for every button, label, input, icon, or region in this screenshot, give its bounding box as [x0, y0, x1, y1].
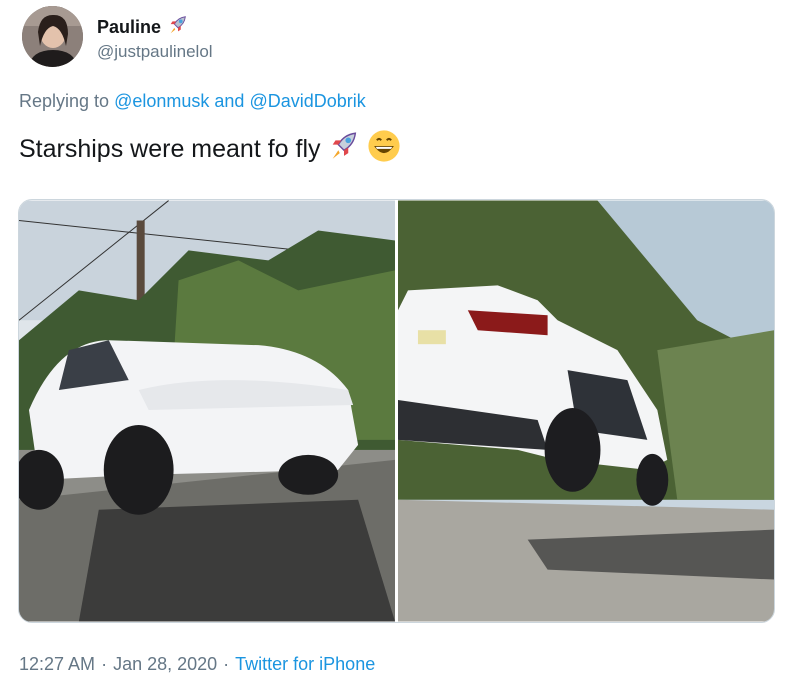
media-photo-right[interactable] [398, 200, 774, 622]
tweet-meta: 12:27 AM · Jan 28, 2020 · Twitter for iPhone [19, 654, 375, 675]
tweet-media[interactable] [18, 199, 775, 623]
tweet-source-link[interactable]: Twitter for iPhone [235, 654, 375, 674]
reply-context: Replying to @elonmusk and @DavidDobrik [19, 91, 366, 112]
author-name[interactable]: Pauline [97, 17, 161, 38]
rocket-icon [167, 14, 189, 41]
reply-prefix: Replying to [19, 91, 110, 111]
tweet-body: Starships were meant fo fly [19, 135, 321, 163]
avatar[interactable] [22, 6, 83, 67]
tweet-date[interactable]: Jan 28, 2020 [113, 654, 217, 674]
mention-link-2[interactable]: @DavidDobrik [249, 91, 365, 111]
grinning-face-icon [367, 129, 401, 170]
media-photo-left[interactable] [19, 200, 395, 622]
tweet-time[interactable]: 12:27 AM [19, 654, 95, 674]
author-name-row[interactable]: Pauline [97, 14, 189, 41]
mention-link-1[interactable]: @elonmusk [114, 91, 209, 111]
reply-connector[interactable]: and [214, 91, 244, 111]
meta-separator: · [101, 654, 108, 674]
avatar-image [22, 6, 83, 67]
rocket-icon [327, 129, 361, 170]
tweet-text: Starships were meant fo fly [19, 129, 401, 170]
author-handle[interactable]: @justpaulinelol [97, 42, 213, 62]
meta-separator: · [223, 654, 230, 674]
